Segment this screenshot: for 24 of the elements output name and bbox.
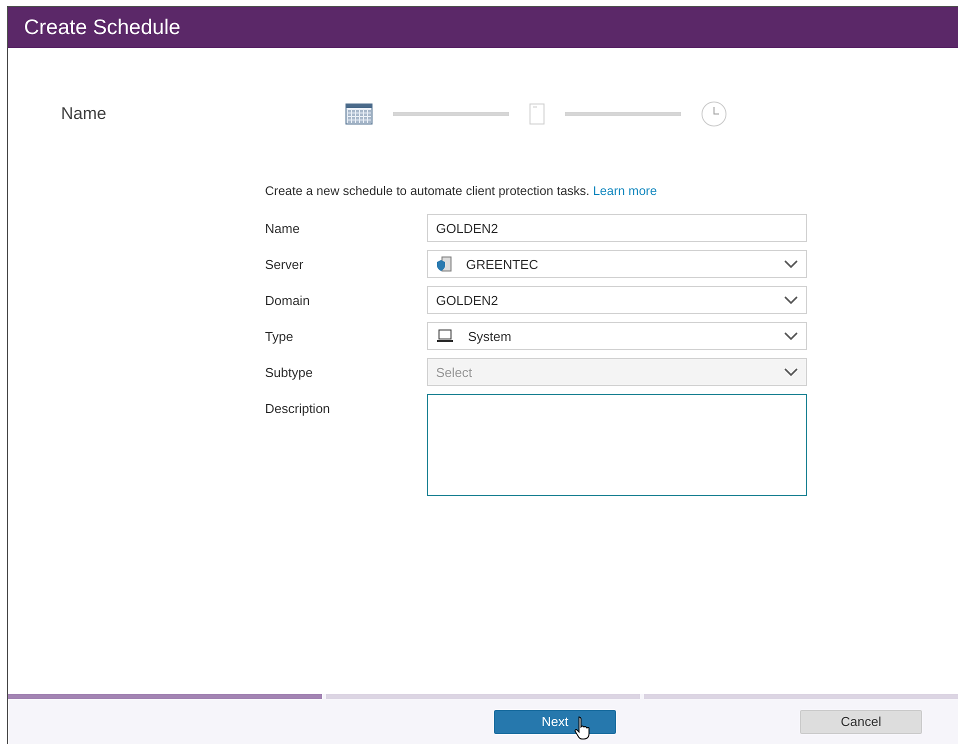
step-title: Name	[61, 104, 108, 124]
window-title: Create Schedule	[8, 7, 958, 48]
hand-cursor-icon	[574, 716, 592, 740]
intro-text: Create a new schedule to automate client protection tasks. Learn more	[265, 184, 658, 198]
input-field[interactable]: GOLDEN2	[427, 214, 807, 242]
chevron-icon	[784, 260, 798, 268]
dropdown-field[interactable]: GOLDEN2	[427, 286, 807, 314]
next-button[interactable]: Next	[494, 710, 616, 734]
field-label: Server	[265, 256, 304, 274]
field-label: Domain	[265, 292, 311, 310]
learn-more-link[interactable]: Learn more	[592, 184, 657, 198]
description-field[interactable]	[427, 394, 807, 496]
chevron-icon	[784, 296, 798, 304]
field-label: Subtype	[265, 364, 314, 382]
laptop-icon	[436, 329, 454, 343]
server-shield-icon	[436, 256, 452, 272]
field-label: Type	[265, 328, 294, 346]
dropdown-field[interactable]: GREENTEC	[427, 250, 807, 278]
field-label: Description	[265, 400, 332, 418]
cancel-button[interactable]: Cancel	[800, 710, 922, 734]
chevron-icon	[784, 332, 798, 340]
chevron-icon	[784, 368, 798, 376]
field-label: Name	[265, 220, 301, 238]
dropdown-field[interactable]: System	[427, 322, 807, 350]
